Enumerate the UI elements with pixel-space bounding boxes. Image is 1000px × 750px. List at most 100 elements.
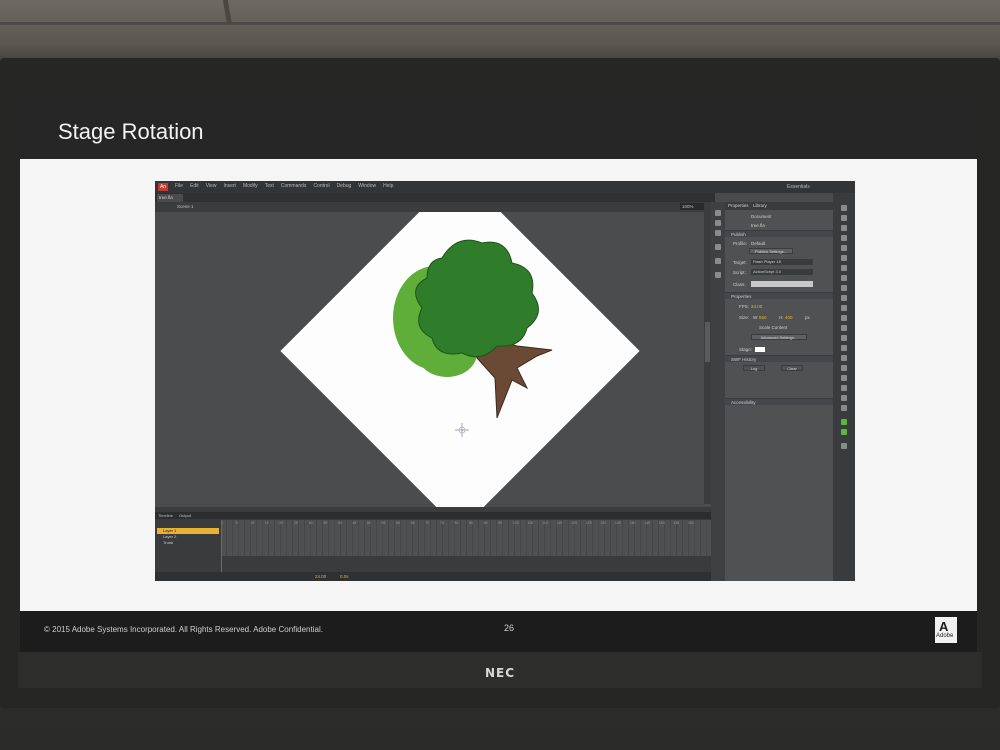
frame-number[interactable]: 45 xyxy=(352,521,367,527)
hand-tool-icon[interactable] xyxy=(841,395,847,401)
3d-rotation-tool-icon[interactable] xyxy=(841,235,847,241)
frame-number[interactable]: 145 xyxy=(644,521,659,527)
tab-output[interactable]: Output xyxy=(179,513,191,518)
advanced-settings-button[interactable]: Advanced Settings... xyxy=(751,334,807,340)
fps-value[interactable]: 24.00 xyxy=(751,304,762,309)
stage-vertical-scrollbar[interactable] xyxy=(704,212,711,504)
menu-debug[interactable]: Debug xyxy=(337,183,352,189)
properties-section-header[interactable]: Properties xyxy=(725,292,833,299)
timeline-time[interactable]: 0.0s xyxy=(340,574,349,579)
rectangle-tool-icon[interactable] xyxy=(841,285,847,291)
zoom-tool-icon[interactable] xyxy=(841,405,847,411)
frame-number[interactable]: 70 xyxy=(425,521,440,527)
frame-number[interactable]: 105 xyxy=(527,521,542,527)
swf-history-section-header[interactable]: SWF History xyxy=(725,355,833,362)
accessibility-section-header[interactable]: Accessibility xyxy=(725,398,833,405)
stage-color-swatch[interactable] xyxy=(755,347,765,352)
paint-brush-tool-icon[interactable] xyxy=(841,325,847,331)
menu-file[interactable]: File xyxy=(175,183,183,189)
bone-tool-icon[interactable] xyxy=(841,335,847,341)
panel-icon-5[interactable] xyxy=(715,258,721,264)
width-value[interactable]: 550 xyxy=(759,315,767,320)
frame-number[interactable]: 10 xyxy=(250,521,265,527)
text-tool-icon[interactable] xyxy=(841,265,847,271)
snap-to-objects-icon[interactable] xyxy=(841,443,847,449)
timeline-fps[interactable]: 24.00 xyxy=(315,574,326,579)
vertical-scroll-thumb[interactable] xyxy=(705,322,710,362)
line-tool-icon[interactable] xyxy=(841,275,847,281)
panel-icon-3[interactable] xyxy=(715,230,721,236)
frame-number[interactable]: 95 xyxy=(498,521,513,527)
oval-tool-icon[interactable] xyxy=(841,295,847,301)
frame-number[interactable]: 130 xyxy=(600,521,615,527)
frame-number[interactable]: 125 xyxy=(586,521,601,527)
frame-number[interactable]: 15 xyxy=(265,521,280,527)
fill-color-icon[interactable] xyxy=(841,429,847,435)
frame-number[interactable]: 120 xyxy=(571,521,586,527)
pencil-tool-icon[interactable] xyxy=(841,305,847,311)
class-input[interactable] xyxy=(751,281,813,287)
menu-modify[interactable]: Modify xyxy=(243,183,258,189)
subselection-tool-icon[interactable] xyxy=(841,215,847,221)
tree-artwork[interactable] xyxy=(377,218,587,428)
frame-number[interactable]: 75 xyxy=(440,521,455,527)
tab-library[interactable]: Library xyxy=(753,203,767,208)
frame-number[interactable]: 20 xyxy=(279,521,294,527)
tab-properties[interactable]: Properties xyxy=(728,203,749,208)
menu-view[interactable]: View xyxy=(206,183,217,189)
zoom-select[interactable]: 100% xyxy=(680,203,704,210)
menu-help[interactable]: Help xyxy=(383,183,393,189)
script-select[interactable]: ActionScript 3.0 xyxy=(751,269,813,275)
frame-number[interactable]: 60 xyxy=(396,521,411,527)
pen-tool-icon[interactable] xyxy=(841,255,847,261)
frame-number[interactable]: 65 xyxy=(411,521,426,527)
frame-number[interactable]: 100 xyxy=(513,521,528,527)
brush-tool-icon[interactable] xyxy=(841,315,847,321)
menu-insert[interactable]: Insert xyxy=(223,183,236,189)
workspace-switcher[interactable]: Essentials xyxy=(787,184,810,190)
frame-number[interactable]: 135 xyxy=(615,521,630,527)
log-button[interactable]: Log xyxy=(743,365,765,371)
frame-number[interactable]: 55 xyxy=(382,521,397,527)
frame-number[interactable]: 25 xyxy=(294,521,309,527)
frame-number[interactable]: 90 xyxy=(484,521,499,527)
document-tab[interactable]: tree.fla xyxy=(157,194,183,202)
eraser-tool-icon[interactable] xyxy=(841,365,847,371)
lasso-tool-icon[interactable] xyxy=(841,245,847,251)
frame-number[interactable]: 1 xyxy=(221,521,236,527)
menu-commands[interactable]: Commands xyxy=(281,183,307,189)
width-tool-icon[interactable] xyxy=(841,375,847,381)
menu-text[interactable]: Text xyxy=(265,183,274,189)
frame-number[interactable]: 160 xyxy=(688,521,703,527)
frame-number[interactable]: 140 xyxy=(630,521,645,527)
frame-number[interactable]: 5 xyxy=(236,521,251,527)
scale-content-checkbox[interactable]: Scale Content xyxy=(759,325,787,330)
panel-icon-2[interactable] xyxy=(715,220,721,226)
scene-label[interactable]: Scene 1 xyxy=(177,204,194,209)
panel-icon-6[interactable] xyxy=(715,272,721,278)
frame-number[interactable]: 115 xyxy=(557,521,572,527)
menu-control[interactable]: Control xyxy=(313,183,329,189)
tab-timeline[interactable]: Timeline xyxy=(158,513,173,518)
publish-settings-button[interactable]: Publish Settings... xyxy=(749,248,793,254)
paint-bucket-tool-icon[interactable] xyxy=(841,345,847,351)
frame-number[interactable]: 150 xyxy=(659,521,674,527)
playhead[interactable] xyxy=(221,520,222,572)
publish-section-header[interactable]: Publish xyxy=(725,230,833,237)
frame-number[interactable]: 40 xyxy=(338,521,353,527)
frame-number[interactable]: 30 xyxy=(309,521,324,527)
camera-tool-icon[interactable] xyxy=(841,385,847,391)
free-transform-tool-icon[interactable] xyxy=(841,225,847,231)
menu-edit[interactable]: Edit xyxy=(190,183,199,189)
menu-window[interactable]: Window xyxy=(358,183,376,189)
frame-number[interactable]: 35 xyxy=(323,521,338,527)
frame-number[interactable]: 110 xyxy=(542,521,557,527)
frame-number-ruler[interactable]: 1510152025303540455055606570758085909510… xyxy=(221,521,711,527)
frame-number[interactable]: 85 xyxy=(469,521,484,527)
frame-number[interactable]: 50 xyxy=(367,521,382,527)
panel-icon-4[interactable] xyxy=(715,244,721,250)
panel-icon-1[interactable] xyxy=(715,210,721,216)
eyedropper-tool-icon[interactable] xyxy=(841,355,847,361)
clear-button[interactable]: Clear xyxy=(781,365,803,371)
stroke-color-icon[interactable] xyxy=(841,419,847,425)
